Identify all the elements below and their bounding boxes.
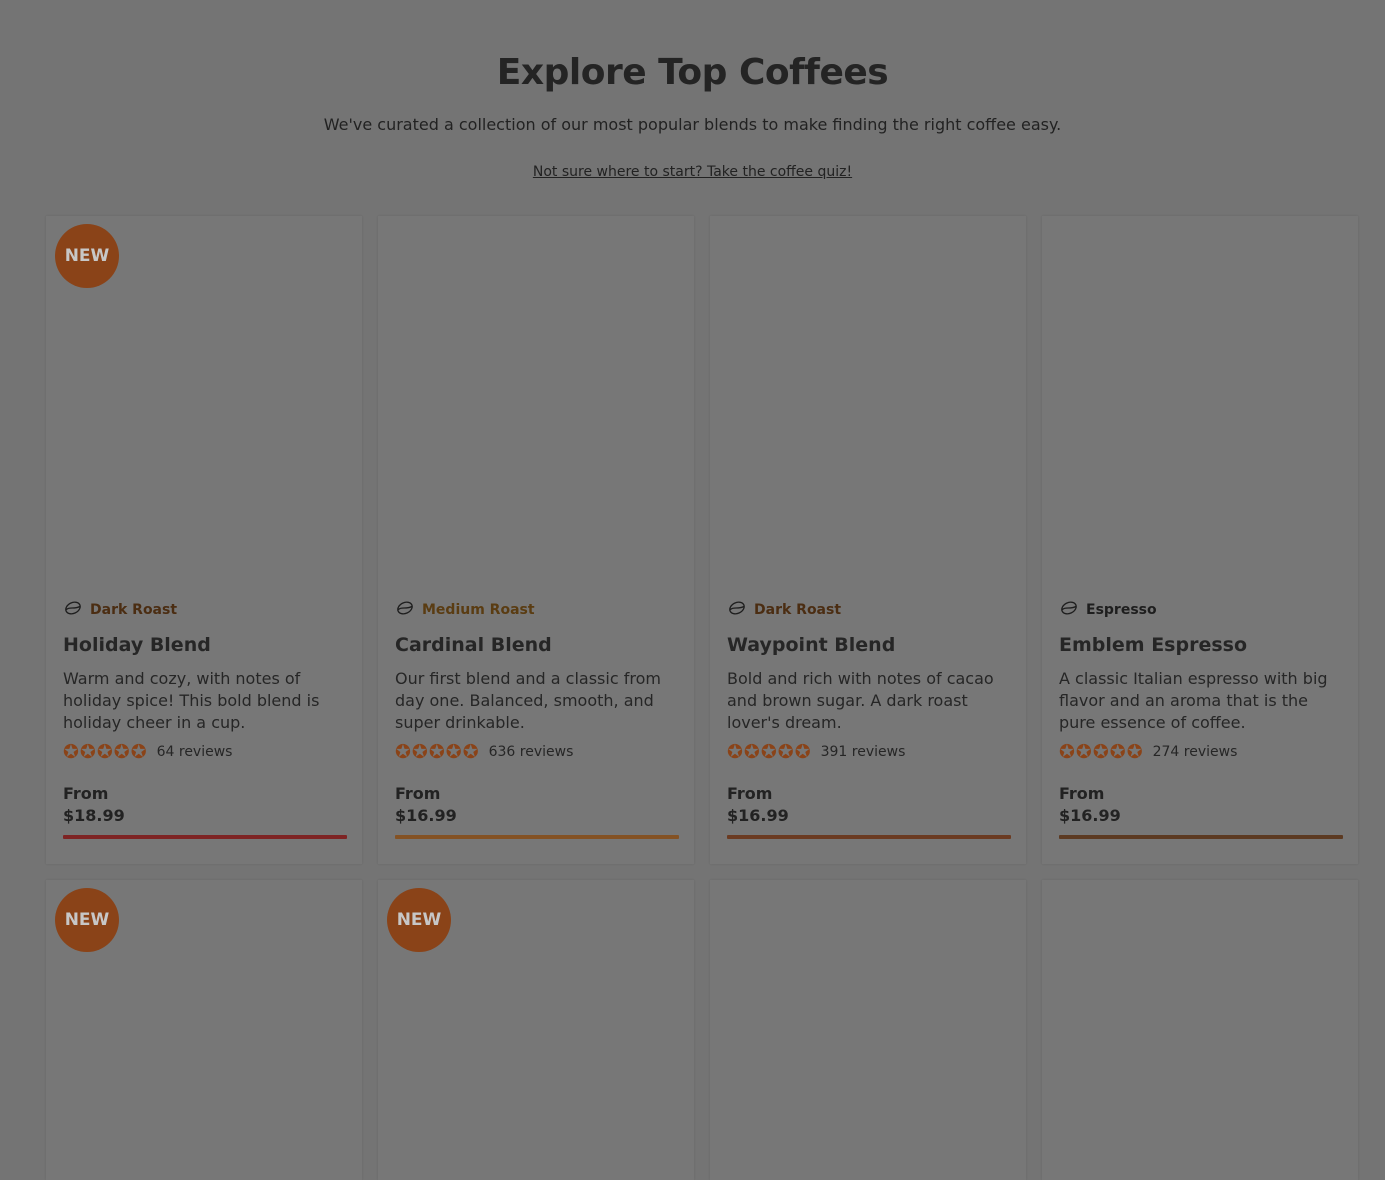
- page-title: Explore Top Coffees: [496, 52, 889, 93]
- star-icon: ✪: [1092, 741, 1109, 763]
- from-label: From: [63, 784, 109, 803]
- product-card[interactable]: Dark Roast Waypoint Blend Bold and rich wi…: [710, 216, 1026, 864]
- price: $16.99: [1059, 806, 1121, 825]
- product-name[interactable]: Holiday Blend: [63, 634, 211, 656]
- star-icon: ✪: [777, 741, 794, 763]
- product-description: A classic Italian espresso with big flav…: [1059, 669, 1328, 732]
- accent-bar: [63, 835, 347, 839]
- star-icon: ✪: [130, 741, 147, 763]
- star-icon: ✪: [63, 741, 79, 763]
- review-count: 274 reviews: [1152, 744, 1238, 760]
- review-count: 636 reviews: [488, 744, 574, 760]
- star-icon: ✪: [1126, 741, 1143, 763]
- roast-type: Dark Roast: [727, 598, 841, 622]
- from-label: From: [1059, 784, 1105, 803]
- product-description: Bold and rich with notes of cacao and br…: [727, 669, 994, 732]
- product-card[interactable]: NEW: [46, 880, 362, 1180]
- star-rating: ✪ ✪ ✪ ✪ ✪: [395, 741, 479, 763]
- product-name[interactable]: Emblem Espresso: [1059, 634, 1247, 656]
- coffee-bean-icon: [1059, 598, 1079, 622]
- star-icon: ✪: [1075, 741, 1092, 763]
- star-icon: ✪: [1109, 741, 1126, 763]
- rating[interactable]: ✪ ✪ ✪ ✪ ✪ 64 reviews: [63, 741, 233, 763]
- new-badge: NEW: [55, 224, 119, 288]
- coffee-bean-icon: [395, 598, 415, 622]
- accent-bar: [395, 835, 679, 839]
- product-name[interactable]: Waypoint Blend: [727, 634, 895, 656]
- star-rating: ✪ ✪ ✪ ✪ ✪: [727, 741, 811, 763]
- star-icon: ✪: [760, 741, 777, 763]
- roast-label: Medium Roast: [422, 602, 535, 618]
- roast-label: Dark Roast: [754, 602, 842, 618]
- price: $16.99: [727, 806, 789, 825]
- coffee-quiz-link[interactable]: Not sure where to start? Take the coffee…: [533, 164, 852, 180]
- star-rating: ✪ ✪ ✪ ✪ ✪: [1059, 741, 1143, 763]
- product-description: Our first blend and a classic from day o…: [395, 669, 661, 732]
- product-card[interactable]: [710, 880, 1026, 1180]
- star-icon: ✪: [395, 741, 411, 763]
- star-icon: ✪: [743, 741, 760, 763]
- product-name[interactable]: Cardinal Blend: [395, 634, 552, 656]
- star-icon: ✪: [428, 741, 445, 763]
- accent-bar: [727, 835, 1011, 839]
- star-rating: ✪ ✪ ✪ ✪ ✪: [63, 741, 147, 763]
- rating[interactable]: ✪ ✪ ✪ ✪ ✪ 391 reviews: [727, 741, 906, 763]
- price: $16.99: [395, 806, 457, 825]
- roast-type: Medium Roast: [395, 598, 535, 622]
- star-icon: ✪: [411, 741, 428, 763]
- roast-label: Espresso: [1086, 602, 1157, 618]
- star-icon: ✪: [1059, 741, 1075, 763]
- product-card[interactable]: NEW: [378, 880, 694, 1180]
- product-card[interactable]: NEW Dark Roast Holiday Blend Warm and cozy,…: [46, 216, 362, 864]
- rating[interactable]: ✪ ✪ ✪ ✪ ✪ 636 reviews: [395, 741, 574, 763]
- price-block: From $18.99: [63, 783, 125, 827]
- roast-type: Espresso: [1059, 598, 1157, 622]
- product-card[interactable]: [1042, 880, 1358, 1180]
- rating[interactable]: ✪ ✪ ✪ ✪ ✪ 274 reviews: [1059, 741, 1238, 763]
- product-description: Warm and cozy, with notes of holiday spi…: [63, 669, 320, 732]
- price: $18.99: [63, 806, 125, 825]
- price-block: From $16.99: [395, 783, 457, 827]
- price-block: From $16.99: [727, 783, 789, 827]
- star-icon: ✪: [462, 741, 479, 763]
- from-label: From: [727, 784, 773, 803]
- roast-type: Dark Roast: [63, 598, 177, 622]
- star-icon: ✪: [445, 741, 462, 763]
- new-badge: NEW: [387, 888, 451, 952]
- star-icon: ✪: [79, 741, 96, 763]
- star-icon: ✪: [794, 741, 811, 763]
- review-count: 391 reviews: [820, 744, 906, 760]
- product-card[interactable]: Medium Roast Cardinal Blend Our first blen…: [378, 216, 694, 864]
- star-icon: ✪: [727, 741, 743, 763]
- price-block: From $16.99: [1059, 783, 1121, 827]
- coffee-bean-icon: [727, 598, 747, 622]
- review-count: 64 reviews: [156, 744, 233, 760]
- star-icon: ✪: [113, 741, 130, 763]
- accent-bar: [1059, 835, 1343, 839]
- roast-label: Dark Roast: [90, 602, 178, 618]
- page-subtitle: We've curated a collection of our most p…: [323, 115, 1062, 134]
- quiz-link-container: Not sure where to start? Take the coffee…: [0, 164, 1385, 180]
- from-label: From: [395, 784, 441, 803]
- product-card[interactable]: Espresso Emblem Espresso A classic Italian…: [1042, 216, 1358, 864]
- star-icon: ✪: [96, 741, 113, 763]
- new-badge: NEW: [55, 888, 119, 952]
- coffee-bean-icon: [63, 598, 83, 622]
